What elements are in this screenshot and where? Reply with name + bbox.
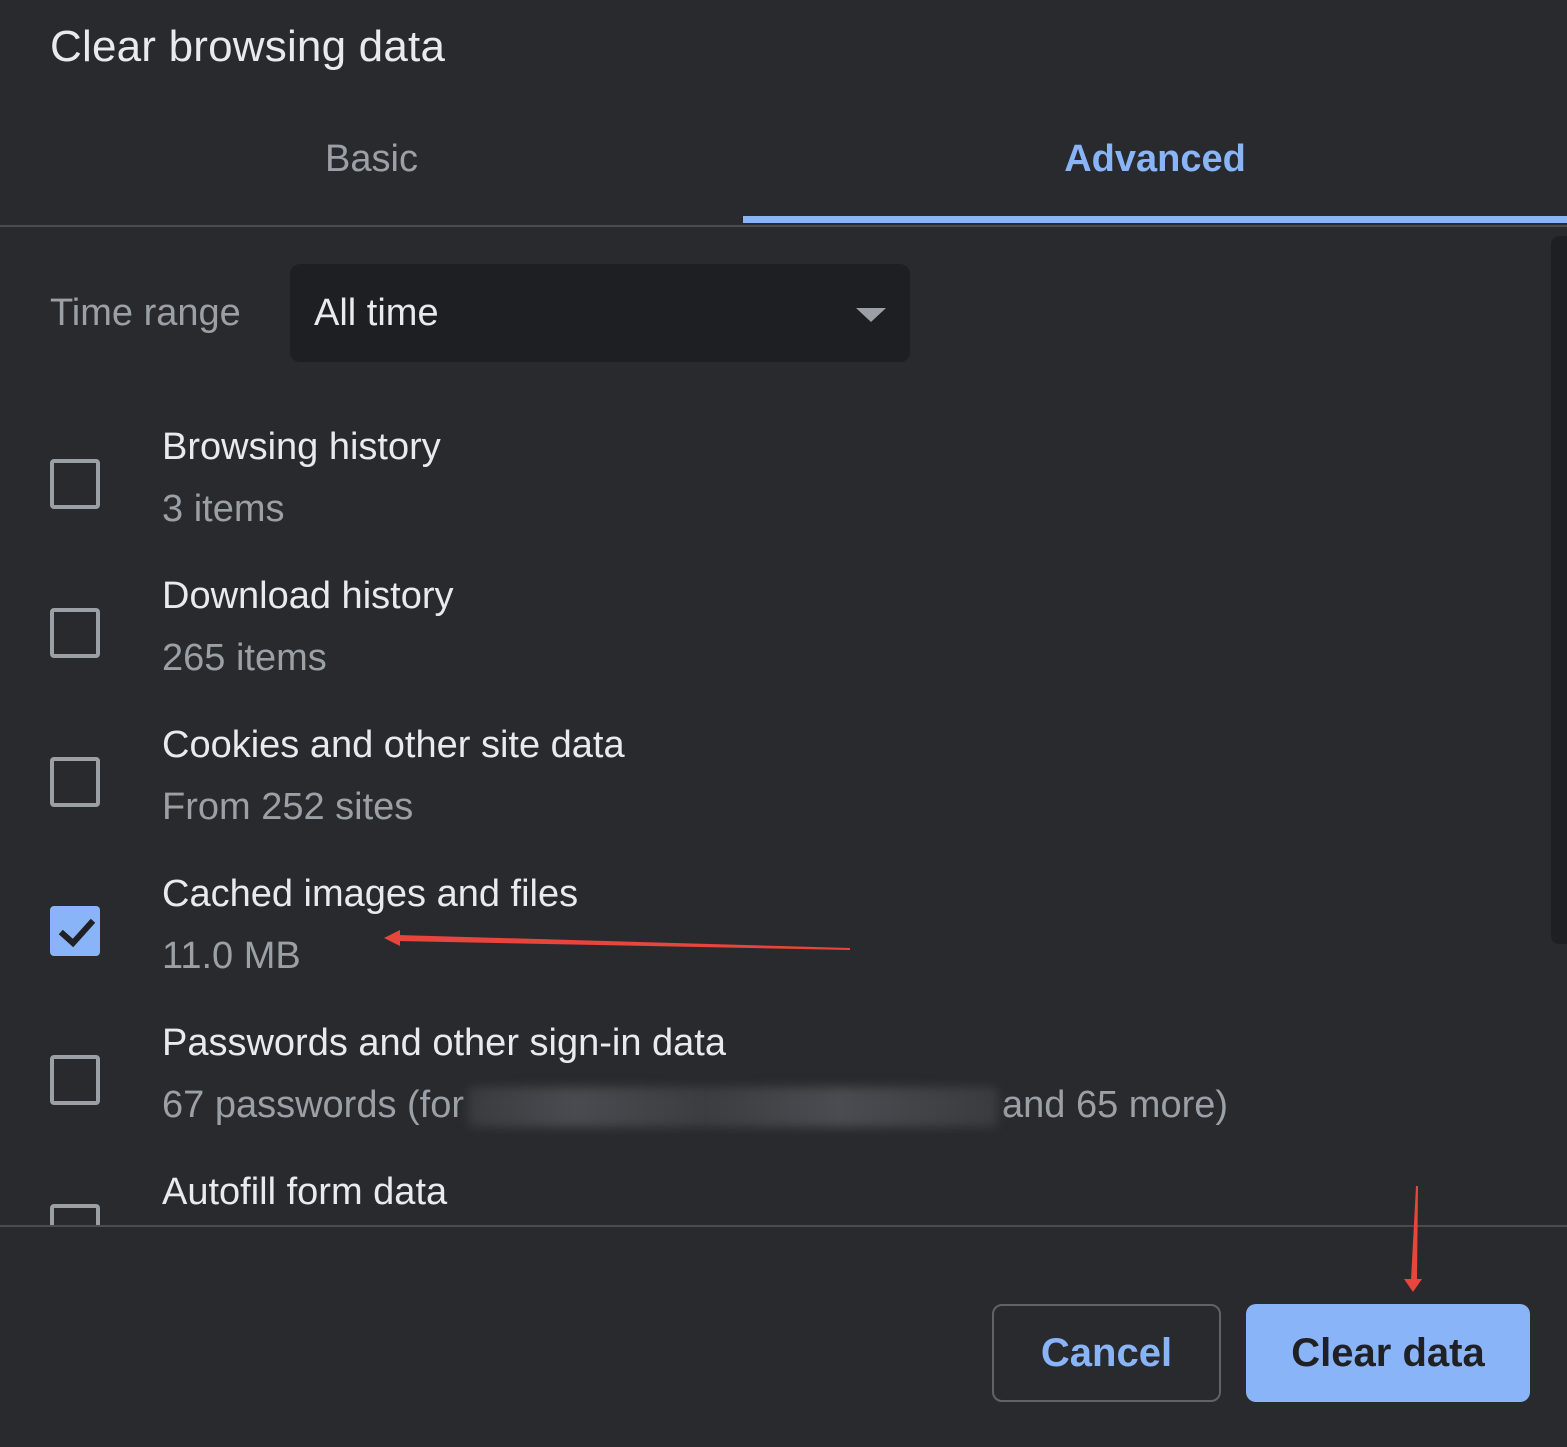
checkbox-download-history[interactable] xyxy=(50,608,100,658)
option-cookies: Cookies and other site data From 252 sit… xyxy=(50,724,1450,864)
active-tab-indicator xyxy=(743,216,1567,223)
option-detail: From 252 sites xyxy=(162,786,414,828)
option-download-history: Download history 265 items xyxy=(50,575,1450,715)
checkbox-autofill[interactable] xyxy=(50,1204,100,1225)
footer-divider xyxy=(0,1225,1567,1227)
checkbox-cookies[interactable] xyxy=(50,757,100,807)
option-title: Cookies and other site data xyxy=(162,724,625,766)
option-title: Autofill form data xyxy=(162,1171,448,1213)
clear-data-button[interactable]: Clear data xyxy=(1246,1304,1530,1402)
option-title: Download history xyxy=(162,575,454,617)
option-cached-images: Cached images and files 11.0 MB xyxy=(50,873,1450,1013)
checkmark-icon xyxy=(58,918,96,948)
tab-advanced[interactable]: Advanced xyxy=(743,110,1567,223)
options-scroll-area: Time range All time Browsing history 3 i… xyxy=(0,227,1567,1225)
option-detail: 11.0 MB xyxy=(162,935,301,977)
option-title: Cached images and files xyxy=(162,873,579,915)
redacted-sites xyxy=(468,1086,999,1127)
option-title: Passwords and other sign-in data xyxy=(162,1022,726,1064)
clear-browsing-data-dialog: Clear browsing data Basic Advanced Time … xyxy=(0,0,1567,1447)
checkbox-passwords[interactable] xyxy=(50,1055,100,1105)
arrowhead-down-icon xyxy=(1404,1279,1422,1292)
option-passwords: Passwords and other sign-in data 67 pass… xyxy=(50,1022,1450,1162)
dialog-title: Clear browsing data xyxy=(50,22,446,71)
time-range-select[interactable]: All time xyxy=(290,264,910,362)
caret-down-icon xyxy=(856,308,886,322)
option-title: Browsing history xyxy=(162,426,441,468)
tab-basic[interactable]: Basic xyxy=(0,110,743,223)
option-detail: 3 items xyxy=(162,488,285,530)
time-range-row: Time range All time xyxy=(50,264,910,362)
option-detail: 67 passwords (for and 65 more) xyxy=(162,1084,1228,1127)
time-range-value: All time xyxy=(314,291,439,334)
checkbox-browsing-history[interactable] xyxy=(50,459,100,509)
cancel-button[interactable]: Cancel xyxy=(992,1304,1221,1402)
checkbox-cached-images[interactable] xyxy=(50,906,100,956)
time-range-label: Time range xyxy=(50,291,241,334)
tab-bar: Basic Advanced xyxy=(0,110,1567,227)
passwords-detail-suffix: and 65 more) xyxy=(1002,1084,1229,1126)
option-detail: 265 items xyxy=(162,637,327,679)
option-autofill: Autofill form data xyxy=(50,1171,1450,1225)
option-browsing-history: Browsing history 3 items xyxy=(50,426,1450,566)
passwords-detail-prefix: 67 passwords (for xyxy=(162,1084,465,1126)
